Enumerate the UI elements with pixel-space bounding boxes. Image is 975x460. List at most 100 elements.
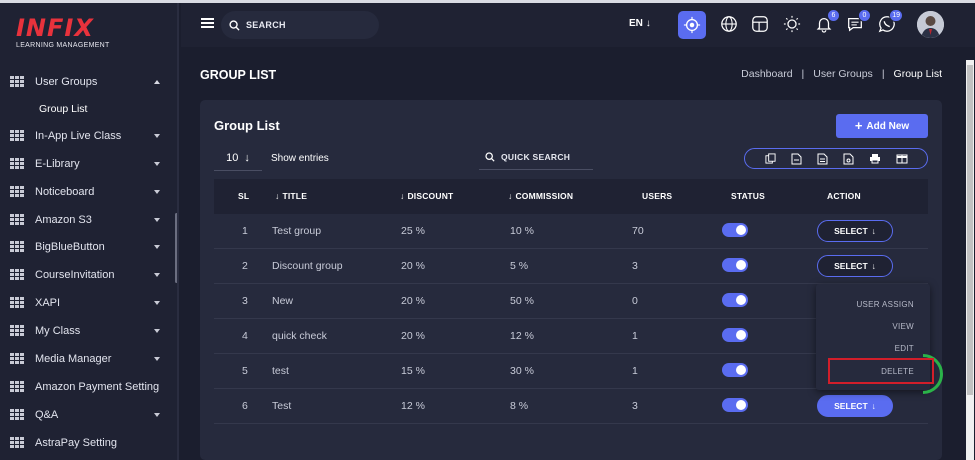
- breadcrumb-separator: |: [881, 68, 885, 80]
- status-toggle[interactable]: [722, 223, 748, 237]
- sidebar-item-label: In-App Live Class: [35, 129, 122, 142]
- status-toggle[interactable]: [722, 398, 748, 412]
- breadcrumb-link-user-groups[interactable]: User Groups: [813, 68, 873, 80]
- chevron-down-icon: [154, 217, 160, 222]
- print-icon[interactable]: [869, 153, 881, 164]
- logo[interactable]: INFIX LEARNING MANAGEMENT: [16, 15, 110, 49]
- sidebar-item-xapi[interactable]: XAPI: [0, 289, 177, 317]
- globe-icon[interactable]: [720, 15, 738, 33]
- export-toolbar: [744, 148, 928, 169]
- cell-discount: 12 %: [401, 400, 425, 412]
- table-row: 1 Test group 25 % 10 % 70 SELECT ↓: [214, 214, 928, 249]
- chevron-down-icon: [154, 245, 160, 250]
- entries-select[interactable]: 10 ↓: [214, 145, 262, 171]
- copy-icon[interactable]: [764, 153, 776, 164]
- sidebar-item-user-groups[interactable]: User Groups: [0, 68, 177, 96]
- grid-icon: [10, 213, 24, 226]
- sidebar-item-courseinvitation[interactable]: CourseInvitation: [0, 261, 177, 289]
- cell-discount: 20 %: [401, 295, 425, 307]
- message-icon[interactable]: 0: [846, 9, 871, 33]
- column-sl[interactable]: SL: [238, 191, 249, 201]
- column-title[interactable]: ↓ TITLE: [275, 191, 307, 201]
- grid-icon: [10, 325, 24, 337]
- plus-icon: +: [854, 118, 863, 133]
- column-commission[interactable]: ↓ COMMISSION: [508, 191, 573, 201]
- page-title: GROUP LIST: [200, 68, 277, 82]
- sidebar-item-e-library[interactable]: E-Library: [0, 150, 177, 178]
- cell-title: Test: [272, 400, 292, 412]
- cell-commission: 10 %: [510, 225, 534, 237]
- language-select[interactable]: EN ↓: [629, 18, 651, 29]
- status-toggle[interactable]: [722, 328, 748, 342]
- cell-sl: 4: [242, 330, 248, 342]
- cell-discount: 25 %: [401, 225, 425, 237]
- menu-item-edit[interactable]: EDIT: [895, 344, 914, 353]
- chat-badge: 19: [889, 9, 903, 22]
- logo-text: INFIX: [16, 14, 94, 42]
- settings-chip-icon[interactable]: [678, 11, 706, 39]
- search-icon: [485, 151, 495, 162]
- pdf-icon[interactable]: [843, 153, 854, 165]
- table-header: SL ↓ TITLE ↓ DISCOUNT ↓ COMMISSION USERS ST…: [214, 179, 928, 214]
- sidebar-item-in-app-live-class[interactable]: In-App Live Class: [0, 122, 177, 150]
- sidebar-item-my-class[interactable]: My Class: [0, 317, 177, 345]
- avatar[interactable]: [917, 11, 944, 38]
- sidebar-item-label: BigBlueButton: [35, 241, 105, 254]
- cell-users: 3: [632, 400, 638, 412]
- menu-item-view[interactable]: VIEW: [892, 322, 914, 331]
- select-action-button[interactable]: SELECT ↓: [817, 395, 893, 417]
- status-toggle[interactable]: [722, 258, 748, 272]
- whatsapp-icon[interactable]: 19: [878, 9, 903, 33]
- grid-icon: [10, 75, 24, 88]
- cell-title: New: [272, 295, 294, 307]
- arrow-down-icon: ↓: [871, 226, 876, 236]
- cell-title: quick check: [272, 330, 327, 342]
- cell-discount: 20 %: [401, 330, 425, 342]
- sidebar-item-amazon-payment-setting[interactable]: Amazon Payment Setting: [0, 373, 177, 401]
- status-toggle[interactable]: [722, 293, 748, 307]
- select-action-button[interactable]: SELECT ↓: [817, 255, 893, 277]
- chevron-down-icon: [154, 301, 160, 306]
- bell-icon[interactable]: 6: [815, 9, 840, 33]
- cell-commission: 30 %: [510, 365, 534, 377]
- sidebar-item-noticeboard[interactable]: Noticeboard: [0, 178, 177, 206]
- sidebar-item-astrapay-setting[interactable]: AstraPay Setting: [0, 429, 177, 457]
- card-title: Group List: [214, 118, 280, 133]
- sidebar-subitem-group-list[interactable]: Group List: [0, 96, 177, 122]
- sun-icon[interactable]: [783, 15, 801, 33]
- csv-icon[interactable]: [791, 153, 802, 165]
- menu-item-user-assign[interactable]: USER ASSIGN: [856, 300, 914, 309]
- breadcrumb-link-dashboard[interactable]: Dashboard: [741, 68, 792, 80]
- cell-sl: 2: [242, 260, 248, 272]
- add-new-button[interactable]: + Add New: [836, 114, 928, 138]
- sidebar-item-bigbluebutton[interactable]: BigBlueButton: [0, 233, 177, 261]
- select-action-button[interactable]: SELECT ↓: [817, 220, 893, 242]
- cell-commission: 8 %: [510, 400, 529, 412]
- cell-commission: 50 %: [510, 295, 534, 307]
- column-status[interactable]: STATUS: [731, 191, 765, 201]
- column-discount[interactable]: ↓ DISCOUNT: [400, 191, 453, 201]
- sidebar-item-label: AstraPay Setting: [35, 436, 117, 449]
- top-header: SEARCH EN ↓ 6 0 19: [181, 3, 975, 47]
- search-input[interactable]: SEARCH: [221, 11, 379, 39]
- page-scrollbar[interactable]: [966, 60, 974, 460]
- add-new-label: Add New: [866, 120, 910, 132]
- columns-icon[interactable]: [896, 154, 908, 164]
- excel-icon[interactable]: [817, 153, 828, 165]
- grid-icon: [10, 157, 24, 170]
- sidebar-item-media-manager[interactable]: Media Manager: [0, 345, 177, 373]
- sidebar-item-qa[interactable]: Q&A: [0, 401, 177, 429]
- column-users[interactable]: USERS: [642, 191, 672, 201]
- sidebar-item-amazon-s3[interactable]: Amazon S3: [0, 206, 177, 234]
- layout-icon[interactable]: [751, 15, 769, 33]
- grid-icon: [10, 269, 24, 281]
- cell-users: 1: [632, 365, 638, 377]
- quick-search-input[interactable]: QUICK SEARCH: [479, 144, 593, 170]
- cell-users: 1: [632, 330, 638, 342]
- chevron-down-icon: [154, 412, 160, 417]
- status-toggle[interactable]: [722, 363, 748, 377]
- sidebar-scrollbar[interactable]: [175, 213, 177, 283]
- sidebar-item-label: CourseInvitation: [35, 269, 115, 282]
- menu-icon[interactable]: [201, 18, 214, 28]
- cell-users: 70: [632, 225, 644, 237]
